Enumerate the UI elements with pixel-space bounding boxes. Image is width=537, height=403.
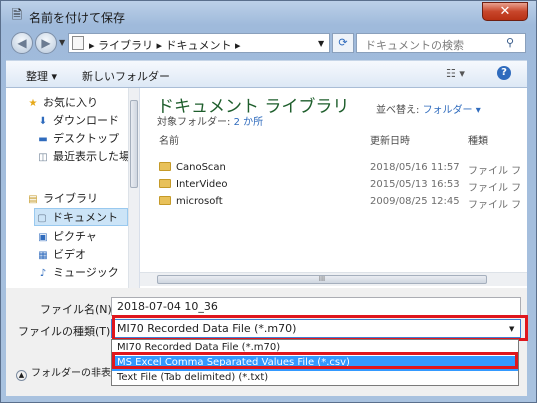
star-icon: ★ bbox=[28, 98, 38, 109]
save-doc-icon: 🗎 bbox=[11, 8, 23, 23]
folder-icon bbox=[159, 196, 171, 205]
recent-pages-dropdown-icon[interactable]: ▼ bbox=[59, 38, 65, 47]
sidebar-item-documents[interactable]: ▢ ドキュメント bbox=[34, 208, 128, 226]
organize-button[interactable]: 整理 ▾ bbox=[26, 68, 57, 84]
filetype-highlight-box bbox=[112, 315, 528, 341]
navigation-pane: ★ お気に入り ⬇ ダウンロード ▬ デスクトップ ◫ 最近表示した場所 ▤ ライブラリ … bbox=[6, 88, 140, 288]
sidebar-item-pictures[interactable]: ▣ ピクチャ bbox=[36, 228, 97, 246]
file-row[interactable]: CanoScan 2018/05/16 11:57 ファイル フ bbox=[140, 160, 527, 177]
library-subtitle: 対象フォルダー: 2 か所 bbox=[157, 113, 263, 128]
file-type: ファイル フ bbox=[468, 200, 522, 211]
title-bar: 🗎 名前を付けて保存 ✕ bbox=[1, 1, 537, 31]
library-icon: ▤ bbox=[28, 194, 38, 205]
library-locations-link[interactable]: 2 か所 bbox=[234, 117, 264, 128]
sidebar-item-label: お気に入り bbox=[43, 96, 98, 109]
refresh-icon: ⟳ bbox=[338, 36, 348, 49]
sidebar-item-label: ドキュメント bbox=[52, 211, 118, 224]
address-dropdown-icon[interactable]: ▼ bbox=[318, 39, 324, 48]
videos-icon: ▦ bbox=[38, 250, 48, 261]
file-name: InterVideo bbox=[176, 179, 228, 190]
sidebar-item-downloads[interactable]: ⬇ ダウンロード bbox=[36, 112, 119, 130]
recent-places-icon: ◫ bbox=[38, 152, 48, 163]
download-icon: ⬇ bbox=[38, 116, 48, 127]
filetype-label: ファイルの種類(T): bbox=[18, 325, 115, 338]
sidebar-item-music[interactable]: ♪ ミュージック bbox=[36, 264, 119, 282]
file-type: ファイル フ bbox=[468, 166, 522, 177]
window-title: 名前を付けて保存 bbox=[29, 11, 126, 25]
sidebar-item-label: ミュージック bbox=[53, 266, 119, 279]
music-icon: ♪ bbox=[39, 268, 47, 279]
library-doc-icon bbox=[72, 36, 84, 50]
column-header-type[interactable]: 種類 bbox=[468, 132, 488, 147]
new-folder-button[interactable]: 新しいフォルダー bbox=[82, 68, 170, 84]
sidebar-item-favorites[interactable]: ★ お気に入り bbox=[26, 94, 98, 112]
sidebar-item-libraries[interactable]: ▤ ライブラリ bbox=[26, 190, 98, 208]
file-name: microsoft bbox=[176, 196, 223, 207]
sort-dropdown[interactable]: フォルダー ▾ bbox=[423, 105, 481, 116]
address-bar[interactable]: ▸ ライブラリ ▸ ドキュメント ▸ ▼ bbox=[68, 33, 330, 53]
nav-scrollbar[interactable] bbox=[128, 88, 139, 288]
column-header-date[interactable]: 更新日時 bbox=[370, 132, 410, 147]
sidebar-item-label: デスクトップ bbox=[53, 132, 119, 145]
sidebar-item-label: ライブラリ bbox=[43, 192, 98, 205]
file-date: 2009/08/25 12:45 bbox=[370, 196, 460, 207]
sidebar-item-label: 最近表示した場所 bbox=[53, 150, 140, 163]
refresh-button[interactable]: ⟳ bbox=[332, 33, 354, 53]
collapse-up-icon: ▲ bbox=[16, 370, 27, 381]
file-date: 2015/05/13 16:53 bbox=[370, 179, 460, 190]
sidebar-item-label: ピクチャ bbox=[53, 230, 97, 243]
library-subtitle-prefix: 対象フォルダー: bbox=[157, 117, 234, 128]
forward-arrow-icon: ▶ bbox=[41, 36, 51, 50]
file-name-cell: microsoft bbox=[159, 196, 223, 207]
search-placeholder: ドキュメントの検索 bbox=[365, 39, 464, 52]
column-header-name[interactable]: 名前 bbox=[159, 132, 179, 147]
file-list-pane: ドキュメント ライブラリ 対象フォルダー: 2 か所 並べ替え: フォルダー ▾… bbox=[140, 88, 527, 288]
file-list-horizontal-scrollbar[interactable]: III bbox=[140, 272, 527, 286]
file-name-cell: InterVideo bbox=[159, 179, 228, 190]
file-row[interactable]: InterVideo 2015/05/13 16:53 ファイル フ bbox=[140, 177, 527, 194]
sidebar-item-label: ビデオ bbox=[53, 248, 86, 261]
sort-label: 並べ替え: bbox=[376, 105, 420, 116]
folder-icon bbox=[159, 179, 171, 188]
help-icon[interactable]: ? bbox=[497, 66, 511, 80]
forward-button[interactable]: ▶ bbox=[35, 32, 57, 54]
sidebar-item-recent-places[interactable]: ◫ 最近表示した場所 bbox=[36, 148, 140, 166]
folder-icon bbox=[159, 162, 171, 171]
nav-scrollbar-thumb[interactable] bbox=[130, 100, 138, 188]
filename-field[interactable]: 2018-07-04 10_36 bbox=[111, 297, 521, 316]
sidebar-item-label: ダウンロード bbox=[53, 114, 119, 127]
close-button[interactable]: ✕ bbox=[482, 2, 528, 21]
sort-control: 並べ替え: フォルダー ▾ bbox=[376, 101, 481, 116]
back-arrow-icon: ◀ bbox=[17, 36, 27, 50]
file-name-cell: CanoScan bbox=[159, 162, 226, 173]
pictures-icon: ▣ bbox=[38, 232, 48, 243]
toolbar: 整理 ▾ 新しいフォルダー ☷ ▾ ? bbox=[6, 60, 527, 88]
filename-label: ファイル名(N): bbox=[40, 303, 116, 316]
back-button[interactable]: ◀ bbox=[11, 32, 33, 54]
file-row[interactable]: microsoft 2009/08/25 12:45 ファイル フ bbox=[140, 194, 527, 211]
file-date: 2018/05/16 11:57 bbox=[370, 162, 460, 173]
hide-folders-toggle[interactable]: ▲ フォルダーの非表 bbox=[16, 364, 111, 381]
sidebar-item-videos[interactable]: ▦ ビデオ bbox=[36, 246, 86, 264]
view-options-icon[interactable]: ☷ ▾ bbox=[446, 67, 465, 80]
horizontal-scrollbar-thumb[interactable]: III bbox=[157, 275, 487, 284]
filetype-option[interactable]: Text File (Tab delimited) (*.txt) bbox=[112, 371, 518, 386]
documents-icon: ▢ bbox=[37, 213, 47, 224]
csv-option-highlight-box bbox=[112, 352, 518, 369]
search-input[interactable]: ドキュメントの検索 ⚲ bbox=[356, 33, 526, 53]
address-path[interactable]: ▸ ライブラリ ▸ ドキュメント ▸ bbox=[89, 37, 241, 53]
hide-folders-label: フォルダーの非表 bbox=[31, 368, 111, 379]
sidebar-item-desktop[interactable]: ▬ デスクトップ bbox=[36, 130, 119, 148]
file-name: CanoScan bbox=[176, 162, 226, 173]
file-type: ファイル フ bbox=[468, 183, 522, 194]
search-icon[interactable]: ⚲ bbox=[506, 36, 514, 49]
desktop-icon: ▬ bbox=[38, 134, 48, 145]
